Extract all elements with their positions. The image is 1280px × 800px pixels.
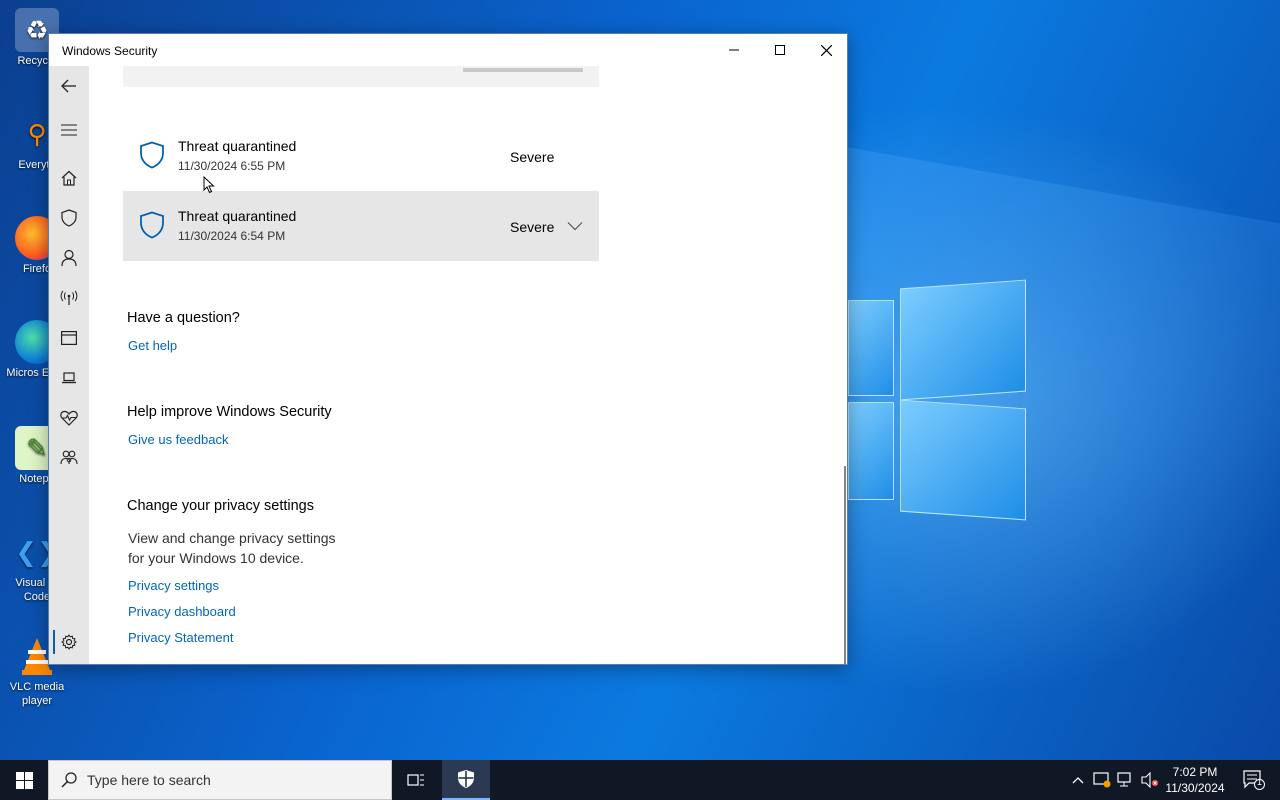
search-icon — [61, 772, 77, 788]
nav-home[interactable] — [49, 160, 89, 196]
show-hidden-icons-button[interactable] — [1068, 770, 1088, 790]
privacy-description: View and change privacy settings for you… — [128, 528, 388, 568]
windows-security-shield-icon — [458, 770, 474, 788]
task-view-button[interactable] — [392, 760, 440, 800]
clock-date: 11/30/2024 — [1165, 781, 1225, 795]
content-pane: Threat quarantined 11/30/2024 6:55 PM Se… — [89, 66, 847, 664]
close-button[interactable] — [803, 34, 849, 66]
threat-history-row[interactable]: Threat quarantined 11/30/2024 6:54 PM Se… — [123, 191, 599, 261]
privacy-statement-link[interactable]: Privacy Statement — [128, 630, 234, 645]
family-icon — [60, 450, 78, 465]
privacy-settings-link[interactable]: Privacy settings — [128, 578, 219, 593]
privacy-description-line: View and change privacy settings — [128, 530, 336, 546]
nav-virus-protection[interactable] — [49, 200, 89, 236]
windows-security-window: Windows Security Threat quarantined 11/3… — [48, 33, 848, 665]
app-browser-icon — [61, 331, 77, 345]
notification-count: 1 — [1257, 777, 1263, 787]
privacy-dashboard-link[interactable]: Privacy dashboard — [128, 604, 236, 619]
gear-icon — [61, 634, 77, 650]
nav-firewall[interactable] — [49, 280, 89, 316]
threat-date: 11/30/2024 6:54 PM — [178, 229, 286, 243]
threat-severity: Severe — [510, 219, 555, 235]
back-arrow-icon — [61, 79, 76, 93]
taskbar: Type here to search 7:02 PM 11/30/2024 1 — [0, 760, 1280, 800]
chevron-down-icon[interactable] — [567, 221, 583, 231]
window-title: Windows Security — [62, 44, 158, 58]
minimize-icon — [729, 49, 739, 51]
nav-device-performance[interactable] — [49, 400, 89, 436]
previous-card-bottom — [123, 66, 599, 87]
shield-icon — [140, 141, 164, 169]
clock-time: 7:02 PM — [1172, 765, 1218, 779]
search-placeholder: Type here to search — [87, 772, 211, 788]
taskbar-clock[interactable]: 7:02 PM 11/30/2024 — [1160, 764, 1230, 796]
vertical-scrollbar[interactable] — [844, 466, 846, 664]
taskbar-search-box[interactable]: Type here to search — [48, 760, 392, 800]
navigation-rail — [49, 66, 89, 664]
card-divider — [463, 68, 583, 72]
nav-device-security[interactable] — [49, 360, 89, 396]
desktop-icon-label: Firefo — [22, 263, 52, 275]
nav-app-browser-control[interactable] — [49, 320, 89, 356]
threat-severity: Severe — [510, 149, 555, 165]
windows-logo-pane — [848, 402, 894, 500]
minimize-button[interactable] — [711, 34, 757, 66]
task-view-icon — [407, 774, 424, 786]
network-icon — [1117, 772, 1131, 787]
windows-logo-pane — [900, 399, 1026, 521]
shield-icon — [61, 209, 77, 227]
taskbar-windows-security-button[interactable] — [442, 760, 490, 800]
privacy-description-line: for your Windows 10 device. — [128, 550, 304, 566]
tray-security-status-button[interactable] — [1092, 770, 1112, 790]
maximize-icon — [775, 45, 785, 55]
nav-family-options[interactable] — [49, 440, 89, 476]
help-heading: Have a question? — [127, 310, 240, 326]
start-button[interactable] — [0, 760, 48, 800]
nav-settings[interactable] — [49, 624, 89, 660]
heart-pulse-icon — [60, 410, 78, 426]
menu-button[interactable] — [49, 112, 89, 148]
improve-heading: Help improve Windows Security — [127, 404, 332, 420]
back-button[interactable] — [49, 68, 89, 104]
maximize-button[interactable] — [757, 34, 803, 66]
windows-logo-pane — [848, 300, 894, 396]
mouse-cursor-icon — [203, 176, 215, 194]
windows-start-icon — [15, 771, 33, 789]
hamburger-menu-icon — [61, 124, 77, 136]
tray-network-button[interactable] — [1116, 770, 1136, 790]
security-warning-icon — [1093, 772, 1111, 788]
shield-icon — [140, 211, 164, 239]
get-help-link[interactable]: Get help — [128, 338, 177, 353]
threat-title: Threat quarantined — [178, 138, 297, 154]
nav-account-protection[interactable] — [49, 240, 89, 276]
title-bar[interactable]: Windows Security — [49, 34, 847, 66]
privacy-heading: Change your privacy settings — [127, 498, 314, 514]
volume-muted-icon — [1141, 772, 1159, 788]
chevron-up-icon — [1072, 777, 1084, 784]
tray-volume-button[interactable] — [1140, 770, 1160, 790]
home-icon — [61, 170, 77, 186]
threat-history-row[interactable]: Threat quarantined 11/30/2024 6:55 PM Se… — [123, 121, 599, 191]
wireless-antenna-icon — [60, 290, 78, 305]
action-center-button[interactable]: 1 — [1236, 760, 1272, 800]
laptop-icon — [62, 372, 76, 384]
desktop-icon-label: VLC media player — [9, 681, 65, 707]
threat-title: Threat quarantined — [178, 208, 297, 224]
windows-logo-pane — [900, 279, 1026, 401]
feedback-link[interactable]: Give us feedback — [128, 432, 228, 447]
close-icon — [820, 44, 832, 56]
person-icon — [61, 249, 77, 267]
threat-date: 11/30/2024 6:55 PM — [178, 159, 286, 173]
